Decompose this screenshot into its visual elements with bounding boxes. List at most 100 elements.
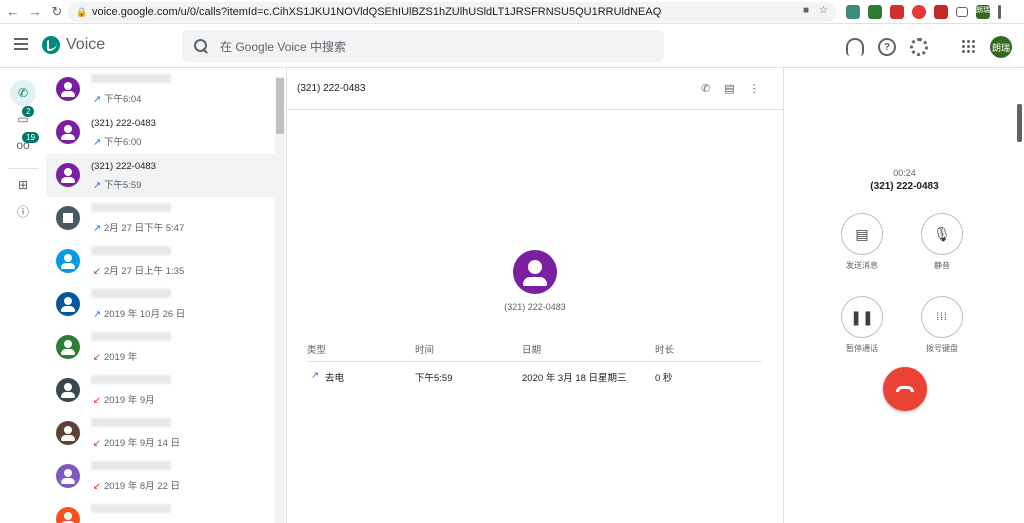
missed-call-icon: ↙	[93, 266, 101, 277]
contact-avatar	[56, 464, 80, 488]
call-meta: ↙ 2019 年 9月 14 日	[93, 435, 180, 449]
call-list-item[interactable]: ↙ 2019 年	[46, 326, 275, 369]
chrome-menu-icon[interactable]	[998, 5, 1001, 19]
adblock-icon[interactable]	[890, 5, 904, 19]
lock-icon: 🔒	[76, 7, 88, 17]
call-list-item[interactable]: ↙ 2019 年 9月	[46, 369, 275, 412]
app-brand: Voice	[66, 36, 106, 53]
missed-call-icon: ↙	[93, 352, 101, 363]
call-list-item[interactable]: ↙2019 年 3月 21 日	[46, 498, 275, 523]
redacted-name	[91, 504, 171, 513]
search-input[interactable]: 在 Google Voice 中搜索	[220, 38, 346, 55]
history-date: 2020 年 3月 18 日星期三	[522, 373, 627, 384]
nav-calls[interactable]: ✆	[10, 80, 36, 106]
nav-spam[interactable]: ⓘ	[10, 198, 36, 224]
redacted-name	[91, 246, 171, 255]
list-scrollbar[interactable]	[275, 76, 285, 523]
call-list-item[interactable]: ↗ 2月 27 日下午 5:47	[46, 197, 275, 240]
call-list-item[interactable]: ↗ 2019 年 10月 26 日	[46, 283, 275, 326]
account-avatar[interactable]: 朗瑞	[990, 36, 1012, 58]
contact-avatar	[56, 120, 80, 144]
url-text[interactable]: voice.google.com/u/0/calls?itemId=c.CihX…	[92, 6, 836, 18]
call-number: (321) 222-0483	[870, 181, 939, 192]
voicemail-badge: 19	[22, 132, 39, 143]
reload-icon[interactable]: ↻	[48, 3, 66, 21]
outgoing-arrow-icon: ↗	[93, 223, 101, 234]
more-vert-icon[interactable]: ⋮	[749, 82, 760, 95]
location-icon[interactable]	[912, 5, 926, 19]
missed-call-icon: ↙	[93, 481, 101, 492]
column-date: 日期	[522, 345, 542, 356]
extension-icon[interactable]	[846, 5, 860, 19]
history-table-header: 类型 时间 日期 时长	[307, 342, 762, 362]
detail-title: (321) 222-0483	[297, 83, 366, 94]
forward-icon[interactable]: →	[26, 3, 44, 21]
list-scrollbar-thumb[interactable]	[276, 78, 284, 134]
bookmark-star-icon[interactable]: ☆	[819, 5, 828, 16]
hold-button[interactable]: ❚❚	[841, 296, 883, 338]
message-icon: ▤	[855, 225, 869, 242]
hang-up-button[interactable]	[883, 367, 927, 411]
call-list-item[interactable]: ↗ 下午6:04	[46, 68, 275, 111]
apps-grid-icon[interactable]	[962, 40, 975, 53]
send-message-button[interactable]: ▤	[841, 213, 883, 255]
keypad-button[interactable]: ⁞⁞⁞	[921, 296, 963, 338]
call-icon[interactable]: ✆	[701, 82, 710, 95]
call-time: 2019 年 9月	[103, 395, 155, 406]
redacted-name	[91, 461, 171, 470]
pause-icon: ❚❚	[850, 308, 874, 325]
contact-avatar	[56, 249, 80, 273]
address-bar[interactable]: 🔒 voice.google.com/u/0/calls?itemId=c.Ci…	[68, 2, 836, 22]
hang-up-icon	[896, 386, 914, 392]
extension-shield-icon[interactable]	[868, 5, 882, 19]
hold-label: 暂停通话	[846, 344, 878, 353]
call-meta: ↙ 2019 年 8月 22 日	[93, 478, 180, 492]
outgoing-arrow-icon: ↗	[93, 137, 101, 148]
phone-icon: ✆	[17, 86, 29, 100]
contact-avatar	[56, 421, 80, 445]
rail-divider	[8, 168, 38, 169]
active-call-panel: 00:24 (321) 222-0483 ▤ 发送消息 🎙 静音 ❚❚ 暂停通话…	[783, 68, 1024, 523]
call-list-item[interactable]: ↙ 2月 27 日上午 1:35	[46, 240, 275, 283]
call-list-item[interactable]: ↙ 2019 年 9月 14 日	[46, 412, 275, 455]
mute-label: 静音	[934, 261, 950, 270]
gear-icon[interactable]	[910, 38, 928, 56]
main-menu-icon[interactable]	[14, 38, 28, 50]
search-bar[interactable]: 在 Google Voice 中搜索	[182, 30, 664, 62]
history-row: ↗ 去电 下午5:59 2020 年 3月 18 日星期三 0 秒	[307, 370, 762, 390]
call-time: 2019 年	[103, 352, 138, 363]
profile-avatar[interactable]: 朗瑞	[976, 5, 990, 19]
send-message-label: 发送消息	[846, 261, 878, 270]
panel-scrollbar[interactable]	[1017, 104, 1022, 142]
call-time: 2019 年 10月 26 日	[103, 309, 186, 320]
browser-toolbar: ← → ↻ 🔒 voice.google.com/u/0/calls?itemI…	[0, 0, 1024, 24]
contact-avatar	[513, 250, 557, 294]
outgoing-arrow-icon: ↗	[93, 94, 101, 105]
app-header: Voice 在 Google Voice 中搜索 ? 朗瑞	[0, 24, 1024, 68]
redacted-name	[91, 375, 171, 384]
call-list-item[interactable]: (321) 222-0483 ↗ 下午6:00	[46, 111, 275, 154]
redacted-name	[91, 289, 171, 298]
call-list-item[interactable]: (321) 222-0483 ↗ 下午5:59	[46, 154, 275, 197]
call-list-item[interactable]: ↙ 2019 年 8月 22 日	[46, 455, 275, 498]
call-contact-name: (321) 222-0483	[91, 161, 156, 172]
reading-list-icon[interactable]	[956, 7, 968, 17]
missed-call-icon: ↙	[93, 438, 101, 449]
message-icon[interactable]: ▤	[724, 82, 734, 95]
back-icon[interactable]: ←	[4, 3, 22, 21]
history-time: 下午5:59	[415, 373, 453, 384]
call-meta: ↙ 2019 年 9月	[93, 392, 155, 406]
column-time: 时间	[415, 345, 435, 356]
camera-icon[interactable]: ■	[803, 5, 809, 16]
extension-red-icon[interactable]	[934, 5, 948, 19]
call-time: 2019 年 9月 14 日	[103, 438, 181, 449]
search-icon[interactable]	[194, 39, 208, 53]
call-meta: ↙ 2月 27 日上午 1:35	[93, 263, 184, 277]
help-icon[interactable]: ?	[878, 38, 896, 56]
headset-icon[interactable]	[846, 38, 864, 56]
contact-avatar	[56, 77, 80, 101]
nav-archive[interactable]: ⊞	[10, 172, 36, 198]
mute-button[interactable]: 🎙	[921, 213, 963, 255]
mic-off-icon: 🎙	[933, 225, 951, 242]
contact-avatar	[56, 507, 80, 523]
